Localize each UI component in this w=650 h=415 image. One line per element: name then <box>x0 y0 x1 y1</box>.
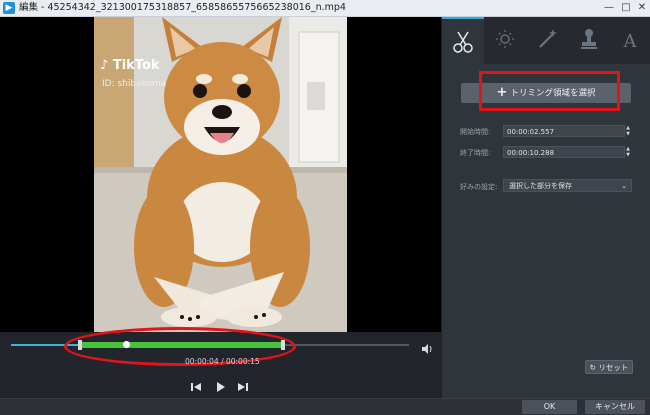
tab-watermark[interactable] <box>568 17 610 64</box>
close-button[interactable]: ✕ <box>635 1 649 15</box>
end-time-label: 終了時間: <box>460 149 491 157</box>
preference-select[interactable]: 選択した部分を保存 ⌄ <box>503 179 632 192</box>
tab-adjust[interactable] <box>484 17 526 64</box>
maximize-button[interactable]: □ <box>619 1 633 15</box>
prev-frame-button[interactable] <box>190 378 202 391</box>
video-preview[interactable]: ♪ TikTok ID: shibakoma <box>0 17 441 332</box>
app-icon: ▶ <box>3 2 15 14</box>
reset-label: リセット <box>598 363 629 372</box>
reset-button[interactable]: ↻ リセット <box>585 360 633 374</box>
minimize-button[interactable]: — <box>602 1 616 15</box>
magic-wand-icon <box>539 29 557 48</box>
sun-icon <box>496 30 514 48</box>
start-time-label: 開始時間: <box>460 128 491 136</box>
tiktok-watermark-text: TikTok <box>112 58 160 73</box>
time-display: 00:00:04 / 00:00:15 <box>185 357 260 366</box>
preference-value: 選択した部分を保存 <box>509 182 572 190</box>
start-time-stepper[interactable]: ▲ ▼ <box>623 125 633 137</box>
end-time-stepper[interactable]: ▲ ▼ <box>623 146 633 158</box>
tab-effect[interactable] <box>526 17 568 64</box>
tab-text[interactable]: A <box>610 17 650 64</box>
ok-button[interactable]: OK <box>522 400 577 414</box>
tiktok-id-text: ID: shibakoma <box>102 79 167 89</box>
title-bar: ▶ 編集 - 45254342_321300175318857_65858655… <box>0 0 650 17</box>
tiktok-watermark: ♪ TikTok <box>100 58 160 73</box>
tab-trim[interactable] <box>442 17 484 64</box>
scissors-icon <box>453 31 473 53</box>
reset-icon: ↻ <box>589 363 596 372</box>
highlight-box <box>479 71 620 111</box>
next-frame-button[interactable] <box>237 378 249 391</box>
play-button[interactable] <box>214 378 226 392</box>
preference-label: 好みの設定: <box>460 183 498 191</box>
cancel-button[interactable]: キャンセル <box>585 400 645 414</box>
highlight-ellipse <box>64 327 296 366</box>
video-frame-image: ♪ TikTok ID: shibakoma <box>94 17 347 332</box>
start-time-field[interactable]: 00:00:02.557 <box>503 125 625 137</box>
stamp-icon <box>581 29 597 49</box>
svg-text:A: A <box>623 31 638 52</box>
text-icon: A <box>623 31 638 52</box>
window-title: 編集 - 45254342_321300175318857_6585865575… <box>19 2 346 13</box>
volume-icon[interactable] <box>421 339 433 358</box>
end-time-field[interactable]: 00:00:10.288 <box>503 146 625 158</box>
tiktok-note-icon: ♪ <box>100 58 109 73</box>
chevron-down-icon: ⌄ <box>621 182 627 190</box>
